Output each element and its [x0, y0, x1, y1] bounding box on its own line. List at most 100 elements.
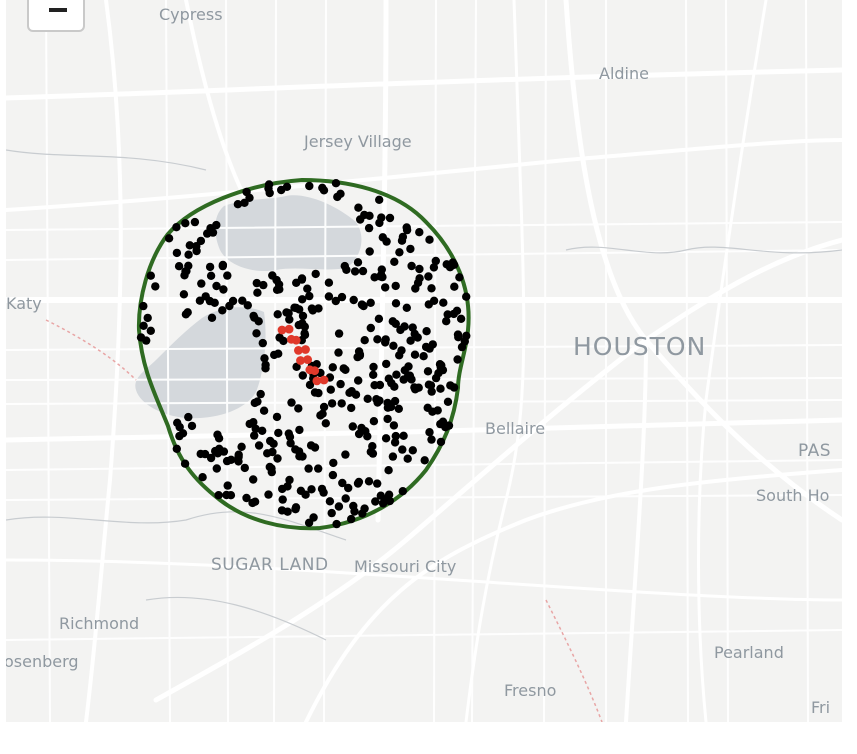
location-point[interactable]	[309, 513, 318, 522]
location-point[interactable]	[264, 490, 273, 499]
location-point[interactable]	[222, 490, 231, 500]
location-point[interactable]	[185, 241, 194, 250]
location-point[interactable]	[348, 422, 357, 431]
location-point[interactable]	[453, 355, 462, 364]
location-point[interactable]	[373, 479, 382, 488]
location-point[interactable]	[278, 484, 287, 494]
location-point[interactable]	[355, 351, 365, 360]
location-point[interactable]	[402, 303, 411, 312]
location-point[interactable]	[332, 519, 341, 529]
location-point[interactable]	[341, 450, 350, 459]
location-point[interactable]	[256, 389, 265, 399]
location-point[interactable]	[298, 371, 307, 380]
location-point[interactable]	[219, 285, 228, 294]
location-point[interactable]	[292, 303, 301, 313]
location-point[interactable]	[196, 449, 205, 459]
location-point[interactable]	[338, 478, 347, 488]
location-point[interactable]	[234, 457, 243, 466]
location-point[interactable]	[213, 449, 222, 458]
location-point[interactable]	[173, 418, 182, 427]
location-point[interactable]	[376, 491, 385, 500]
location-point[interactable]	[181, 310, 191, 319]
location-point[interactable]	[317, 484, 327, 494]
location-point[interactable]	[436, 384, 445, 393]
location-point[interactable]	[314, 388, 323, 398]
location-point[interactable]	[364, 223, 374, 233]
location-point[interactable]	[406, 244, 415, 254]
location-point[interactable]	[139, 321, 148, 330]
location-point[interactable]	[357, 300, 367, 309]
location-point[interactable]	[336, 379, 345, 389]
location-point[interactable]	[381, 338, 390, 347]
location-point[interactable]	[214, 491, 223, 500]
location-point[interactable]	[238, 296, 247, 305]
location-point[interactable]	[298, 319, 307, 328]
location-point[interactable]	[429, 263, 439, 272]
location-point[interactable]	[360, 336, 369, 345]
location-point[interactable]	[184, 412, 193, 422]
location-point[interactable]	[373, 335, 382, 344]
location-point[interactable]	[267, 467, 276, 477]
location-point[interactable]	[411, 284, 420, 293]
location-point[interactable]	[268, 447, 277, 457]
location-point[interactable]	[190, 217, 200, 227]
location-point[interactable]	[375, 218, 384, 228]
location-point[interactable]	[328, 470, 338, 480]
location-point[interactable]	[347, 514, 356, 524]
location-point[interactable]	[250, 398, 259, 408]
location-point[interactable]	[456, 314, 466, 323]
location-point[interactable]	[424, 300, 433, 309]
location-point[interactable]	[353, 258, 363, 267]
location-point[interactable]	[198, 473, 207, 482]
location-point[interactable]	[375, 195, 384, 204]
location-point[interactable]	[325, 497, 335, 506]
location-point[interactable]	[197, 279, 206, 288]
location-point[interactable]	[326, 385, 335, 394]
location-point[interactable]	[294, 447, 304, 456]
highlighted-point[interactable]	[286, 334, 296, 344]
location-point[interactable]	[385, 213, 395, 223]
location-point[interactable]	[420, 456, 429, 465]
location-point[interactable]	[365, 211, 374, 220]
location-point[interactable]	[404, 362, 413, 371]
location-point[interactable]	[181, 267, 190, 276]
location-point[interactable]	[408, 323, 417, 332]
location-point[interactable]	[253, 288, 262, 297]
location-point[interactable]	[448, 258, 457, 267]
zoom-out-button[interactable]	[27, 0, 85, 32]
location-point[interactable]	[298, 311, 308, 321]
location-point[interactable]	[172, 223, 181, 232]
location-point[interactable]	[424, 272, 433, 281]
location-point[interactable]	[408, 446, 417, 455]
location-point[interactable]	[327, 508, 336, 518]
location-point[interactable]	[237, 442, 246, 451]
location-point[interactable]	[311, 269, 320, 279]
location-point[interactable]	[354, 203, 363, 212]
location-point[interactable]	[300, 330, 310, 340]
location-point[interactable]	[439, 298, 448, 307]
location-point[interactable]	[441, 423, 450, 432]
location-point[interactable]	[446, 381, 455, 390]
location-point[interactable]	[180, 459, 190, 468]
location-point[interactable]	[400, 322, 409, 331]
location-point[interactable]	[142, 336, 151, 345]
location-point[interactable]	[294, 404, 303, 413]
location-point[interactable]	[319, 402, 329, 412]
location-point[interactable]	[218, 306, 227, 315]
location-point[interactable]	[187, 421, 197, 431]
location-point[interactable]	[349, 501, 358, 511]
location-point[interactable]	[427, 435, 436, 444]
location-point[interactable]	[307, 485, 316, 494]
location-point[interactable]	[310, 443, 320, 452]
location-point[interactable]	[407, 261, 416, 271]
location-point[interactable]	[436, 437, 446, 447]
location-point[interactable]	[389, 421, 399, 430]
location-point[interactable]	[250, 497, 260, 506]
location-point[interactable]	[452, 306, 462, 315]
location-point[interactable]	[462, 292, 471, 301]
location-point[interactable]	[321, 419, 330, 428]
location-point[interactable]	[363, 394, 372, 403]
location-point[interactable]	[398, 232, 408, 242]
location-point[interactable]	[443, 310, 452, 319]
location-point[interactable]	[422, 327, 431, 336]
